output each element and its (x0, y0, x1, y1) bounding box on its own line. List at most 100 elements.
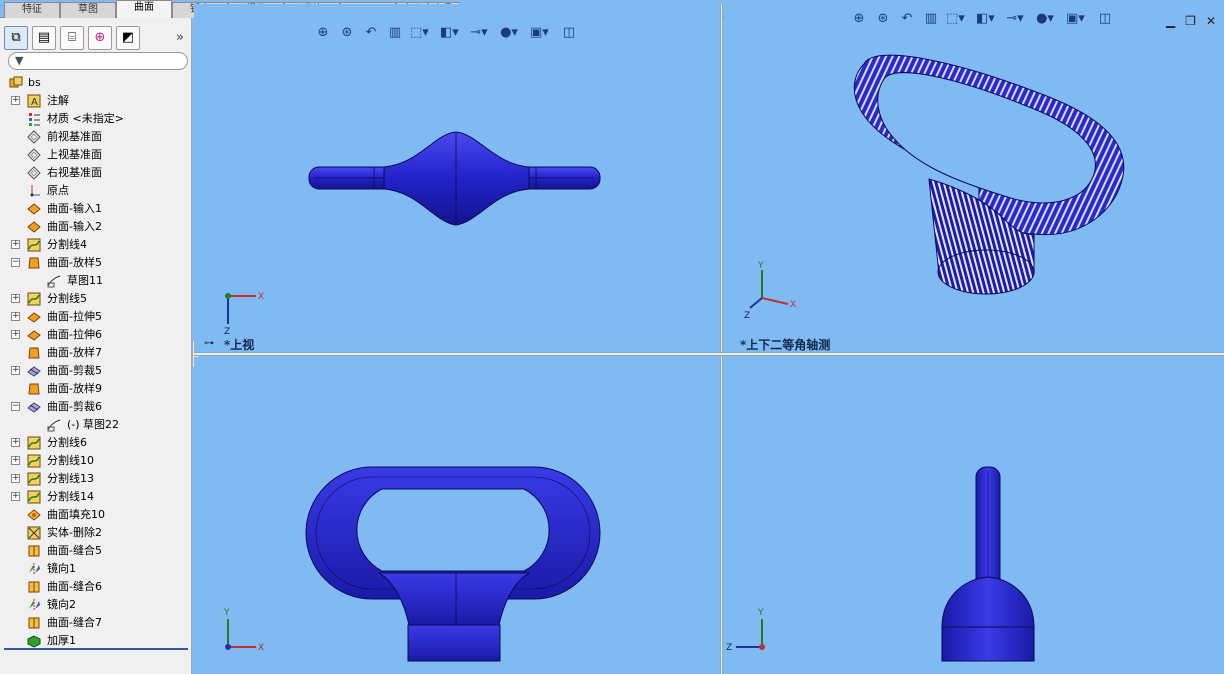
expand-icon[interactable]: + (11, 294, 20, 303)
collapse-icon[interactable]: − (11, 258, 20, 267)
surface-fill-icon (27, 509, 41, 521)
tree-item[interactable]: + 分割线5 (0, 290, 190, 308)
expand-icon[interactable]: + (11, 474, 20, 483)
tree-item[interactable]: + 分割线10 (0, 452, 190, 470)
tree-root[interactable]: bs (0, 74, 190, 92)
tree-item[interactable]: 曲面-缝合5 (0, 542, 190, 560)
tree-item-label: 分割线6 (47, 436, 87, 449)
tree-item-label: 草图11 (67, 274, 103, 287)
tree-item[interactable]: + 曲面-拉伸6 (0, 326, 190, 344)
split-line-icon (27, 292, 41, 306)
sketch-icon (47, 419, 61, 432)
panel-bottom-bar (4, 648, 188, 650)
tree-item-label: 分割线13 (47, 472, 94, 485)
tree-item[interactable]: 原点 (0, 182, 190, 200)
tree-item[interactable]: + 曲面-剪裁5 (0, 362, 190, 380)
dimxpert-manager-icon[interactable]: ⊕ (88, 26, 112, 50)
side-view-model: Y Z (726, 466, 1035, 662)
tree-item-label: 曲面-拉伸6 (47, 328, 102, 341)
configuration-manager-icon[interactable]: ⌸ (60, 26, 84, 50)
surface-trim-icon (27, 402, 41, 413)
tree-item[interactable]: 曲面-输入2 (0, 218, 190, 236)
expand-icon[interactable]: + (11, 492, 20, 501)
hub-body (941, 576, 1035, 628)
tree-item[interactable]: + 分割线4 (0, 236, 190, 254)
viewport-top[interactable]: ⊕ ⊛ ↶ ▥ ⬚▾ ◧▾ ⊸▾ ●▾ ▣▾ ◫ X Z ⊶ *上视 (194, 4, 720, 352)
tree-item-label: 曲面-剪裁6 (47, 400, 102, 413)
tree-item[interactable]: 曲面-缝合6 (0, 578, 190, 596)
viewport-right[interactable]: Y Z (724, 357, 1224, 674)
tree-item[interactable]: + 曲面-拉伸5 (0, 308, 190, 326)
filter-icon: ▼ (15, 54, 24, 67)
tree-item-label: (-) 草图22 (67, 418, 120, 431)
tree-item-label: 材质 <未指定> (47, 112, 124, 125)
base-cylinder (941, 626, 1035, 662)
tree-item-label: 右视基准面 (47, 166, 102, 179)
viewport-divider-vertical[interactable] (720, 4, 723, 674)
tree-item-label: 前视基准面 (47, 130, 102, 143)
expand-icon[interactable]: + (11, 240, 20, 249)
link-views-icon[interactable]: ⊶ (204, 338, 214, 349)
tree-item[interactable]: 上视基准面 (0, 146, 190, 164)
more-chevron-icon[interactable]: » (176, 30, 184, 45)
tree-item[interactable]: + A 注解 (0, 92, 190, 110)
split-line-icon (27, 238, 41, 252)
tab-0[interactable]: 特征 (4, 2, 60, 18)
tree-item[interactable]: 曲面-放样9 (0, 380, 190, 398)
svg-text:A: A (31, 97, 38, 108)
plane-icon (27, 130, 41, 144)
split-line-icon (27, 436, 41, 450)
hub-shape (383, 131, 530, 226)
expand-icon[interactable]: + (11, 456, 20, 465)
tree-item[interactable]: 实体-删除2 (0, 524, 190, 542)
surface-knit-icon (28, 581, 40, 593)
expand-icon[interactable]: + (11, 330, 20, 339)
tree-filter-input[interactable]: ▼ (8, 52, 188, 70)
tab-1[interactable]: 草图 (60, 2, 116, 18)
tree-item[interactable]: 草图11 (0, 272, 190, 290)
tree-item[interactable]: 曲面-缝合7 (0, 614, 190, 632)
surface-trim-icon (27, 366, 41, 377)
viewport-front[interactable]: Y X (194, 357, 720, 674)
viewport-isometric[interactable]: ⊕ ⊛ ↶ ▥ ⬚▾ ◧▾ ⊸▾ ●▾ ▣▾ ◫ ▁ ❐ ✕ Y X Z *上下二等角轴测 (724, 4, 1224, 352)
part-icon (9, 76, 23, 88)
surface-loft-icon (28, 257, 40, 269)
tree-item[interactable]: + 分割线14 (0, 488, 190, 506)
axis-y-label: Y (223, 608, 230, 618)
plane-icon (27, 166, 41, 180)
tree-item[interactable]: 曲面填充10 (0, 506, 190, 524)
tree-item[interactable]: + 分割线6 (0, 434, 190, 452)
tree-item-label: 实体-删除2 (47, 526, 102, 539)
tab-2[interactable]: 曲面 (116, 0, 172, 18)
base-cylinder (407, 624, 501, 662)
tree-item[interactable]: − 曲面-放样5 (0, 254, 190, 272)
tree-item[interactable]: − 曲面-剪裁6 (0, 398, 190, 416)
display-manager-icon[interactable]: ◩ (116, 26, 140, 50)
annotation-icon: A (27, 94, 41, 108)
expand-icon[interactable]: + (11, 312, 20, 321)
tree-item[interactable]: 镜向1 (0, 560, 190, 578)
tree-item-label: 曲面填充10 (47, 508, 105, 521)
tree-item-label: 曲面-放样5 (47, 256, 102, 269)
expand-icon[interactable]: + (11, 96, 20, 105)
expand-icon[interactable]: + (11, 366, 20, 375)
feature-manager-icon[interactable]: ⧉ (4, 26, 28, 50)
tree-item-label: 曲面-拉伸5 (47, 310, 102, 323)
front-view-model: Y X (223, 466, 601, 662)
tree-item[interactable]: (-) 草图22 (0, 416, 190, 434)
viewport-divider-horizontal[interactable] (194, 352, 1224, 356)
tree-item[interactable]: 材质 <未指定> (0, 110, 190, 128)
surface-import-icon (27, 221, 41, 233)
tree-item[interactable]: + 分割线13 (0, 470, 190, 488)
axis-y-label: Y (757, 261, 764, 271)
feature-manager-panel: ⧉ ▤ ⌸ ⊕ ◩ » ▼ bs + A 注解 材质 <未指定> 前视基准面 上视基准面右… (0, 18, 192, 674)
tree-item[interactable]: 曲面-输入1 (0, 200, 190, 218)
tree-item[interactable]: 前视基准面 (0, 128, 190, 146)
view-label-isometric: *上下二等角轴测 (740, 338, 831, 352)
tree-item[interactable]: 镜向2 (0, 596, 190, 614)
collapse-icon[interactable]: − (11, 402, 20, 411)
property-manager-icon[interactable]: ▤ (32, 26, 56, 50)
expand-icon[interactable]: + (11, 438, 20, 447)
tree-item[interactable]: 右视基准面 (0, 164, 190, 182)
tree-item[interactable]: 曲面-放样7 (0, 344, 190, 362)
